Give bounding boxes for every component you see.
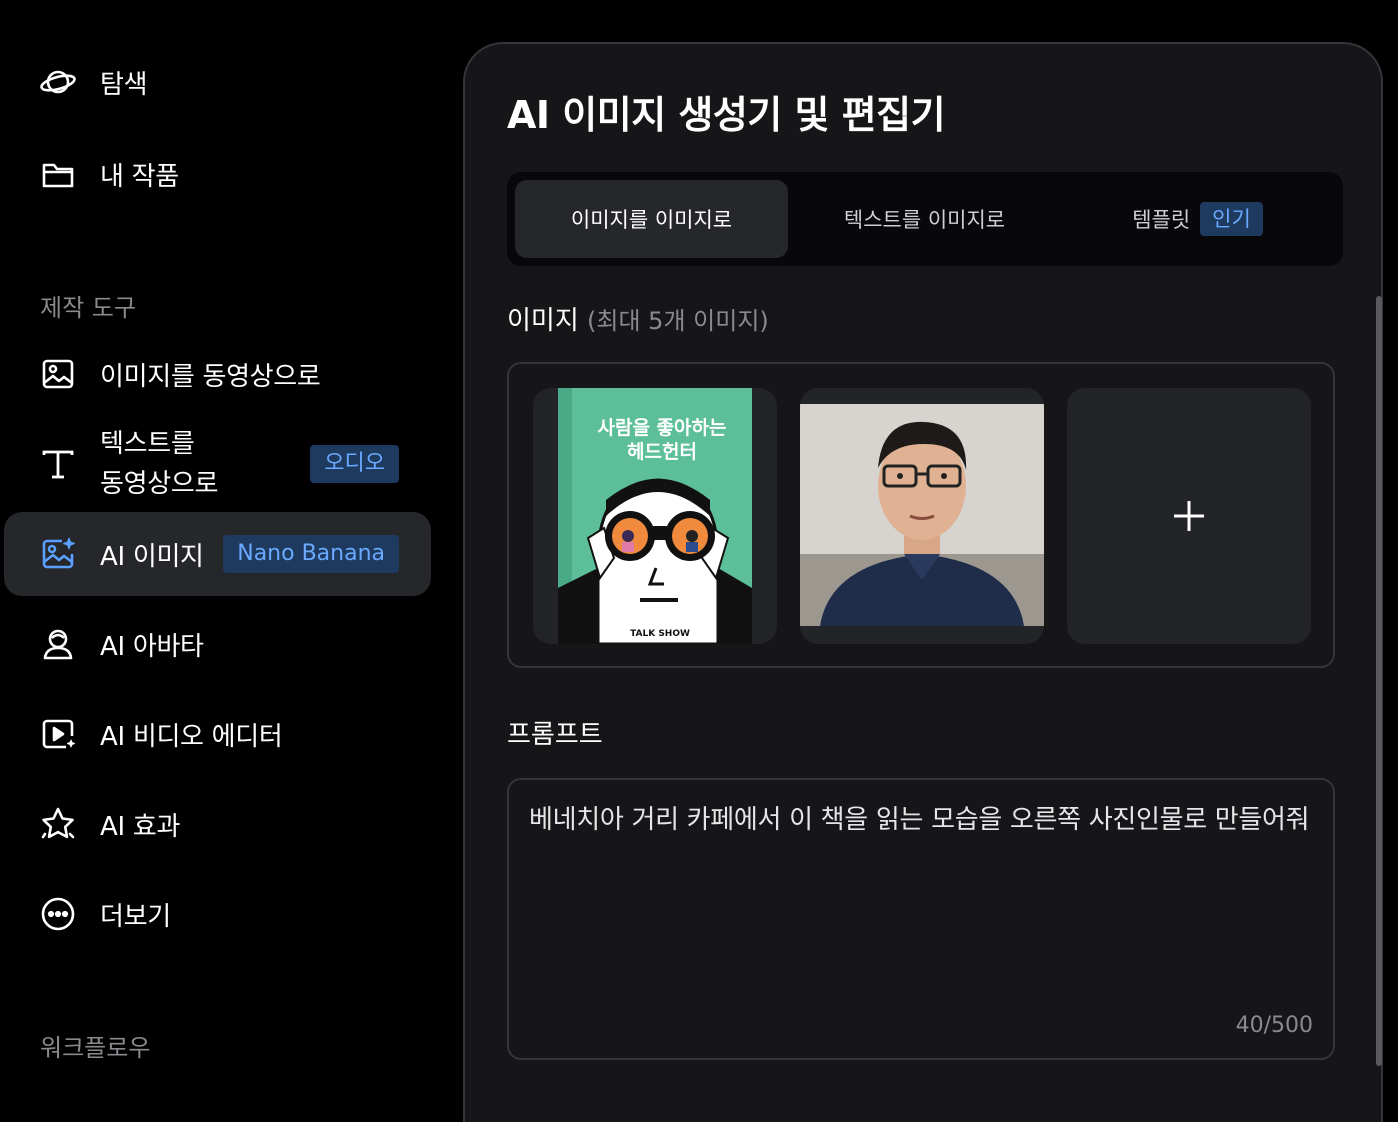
- folder-icon: [38, 154, 78, 194]
- generator-panel: AI 이미지 생성기 및 편집기 이미지를 이미지로 텍스트를 이미지로 템플릿…: [463, 42, 1383, 1122]
- nav-ai-video-editor[interactable]: AI 비디오 에디터: [4, 692, 431, 776]
- nav-text-to-video-line1: 텍스트를: [100, 429, 195, 459]
- nav-text-to-video-label: 텍스트를 동영상으로: [100, 424, 218, 504]
- uploaded-image-book-cover[interactable]: 사람을 좋아하는 헤드헌터 TALK SHOW: [533, 388, 777, 644]
- tab-templates-label: 템플릿: [1132, 208, 1191, 232]
- nav-explore[interactable]: 탐색: [4, 40, 431, 124]
- scrollbar[interactable]: [1376, 296, 1382, 1066]
- tab-templates[interactable]: 템플릿 인기: [1061, 180, 1334, 258]
- nav-text-to-video[interactable]: 텍스트를 동영상으로 오디오: [4, 422, 431, 506]
- planet-icon: [38, 62, 78, 102]
- nav-ai-image-label: AI 이미지: [100, 541, 204, 572]
- sidebar: 탐색 내 작품 제작 도구 이미지를 동영상으로 텍스트를 동영상으로 오디오 …: [0, 0, 440, 1082]
- book-title-line2: 헤드헌터: [627, 441, 697, 463]
- audio-badge: 오디오: [310, 445, 399, 483]
- tab-image-to-image[interactable]: 이미지를 이미지로: [515, 180, 788, 258]
- book-title-line1: 사람을 좋아하는: [598, 417, 727, 439]
- nav-ai-avatar[interactable]: AI 아바타: [4, 602, 431, 686]
- nav-ai-image[interactable]: AI 이미지 Nano Banana: [4, 512, 431, 596]
- add-image-button[interactable]: [1067, 388, 1311, 644]
- text-t-icon: [38, 444, 78, 484]
- prompt-textarea[interactable]: 베네치아 거리 카페에서 이 책을 읽는 모습을 오른쪽 사진인물로 만들어줘 …: [507, 778, 1335, 1060]
- nav-text-to-video-line2: 동영상으로: [100, 469, 219, 499]
- image-upload-area: 사람을 좋아하는 헤드헌터 TALK SHOW: [507, 362, 1335, 668]
- portrait-photo: [800, 404, 1044, 626]
- image-icon: [38, 354, 78, 394]
- mode-tabs: 이미지를 이미지로 텍스트를 이미지로 템플릿 인기: [507, 172, 1343, 266]
- nav-image-to-video[interactable]: 이미지를 동영상으로: [4, 332, 431, 416]
- nav-more[interactable]: 더보기: [4, 872, 431, 956]
- prompt-char-counter: 40/500: [1235, 1013, 1313, 1038]
- nano-banana-badge: Nano Banana: [223, 535, 399, 573]
- prompt-text: 베네치아 거리 카페에서 이 책을 읽는 모습을 오른쪽 사진인물로 만들어줘: [529, 805, 1310, 835]
- more-dots-icon: [38, 894, 78, 934]
- popular-badge: 인기: [1200, 202, 1263, 236]
- section-title-tools: 제작 도구: [40, 294, 136, 322]
- plus-icon: [1174, 501, 1204, 531]
- star-sparkle-icon: [38, 804, 78, 844]
- images-limit-hint: (최대 5개 이미지): [587, 307, 769, 335]
- avatar-icon: [38, 624, 78, 664]
- ai-image-icon: [38, 534, 78, 574]
- nav-explore-label: 탐색: [100, 69, 148, 100]
- book-cover-illustration: 사람을 좋아하는 헤드헌터 TALK SHOW: [558, 388, 752, 644]
- images-label-text: 이미지: [507, 306, 579, 336]
- nav-my-works-label: 내 작품: [100, 161, 179, 192]
- prompt-label: 프롬프트: [507, 720, 603, 750]
- nav-more-label: 더보기: [100, 901, 171, 932]
- video-editor-icon: [38, 714, 78, 754]
- nav-my-works[interactable]: 내 작품: [4, 132, 431, 216]
- page-title: AI 이미지 생성기 및 편집기: [507, 93, 946, 137]
- nav-ai-effects-label: AI 효과: [100, 811, 181, 842]
- section-title-workflow: 워크플로우: [40, 1034, 151, 1062]
- uploaded-image-portrait[interactable]: [800, 388, 1044, 644]
- nav-ai-avatar-label: AI 아바타: [100, 631, 204, 662]
- nav-image-to-video-label: 이미지를 동영상으로: [100, 361, 321, 392]
- book-publisher: TALK SHOW: [630, 629, 690, 639]
- images-label: 이미지 (최대 5개 이미지): [507, 300, 769, 337]
- nav-ai-effects[interactable]: AI 효과: [4, 782, 431, 866]
- tab-text-to-image[interactable]: 텍스트를 이미지로: [788, 180, 1061, 258]
- nav-ai-video-editor-label: AI 비디오 에디터: [100, 721, 283, 752]
